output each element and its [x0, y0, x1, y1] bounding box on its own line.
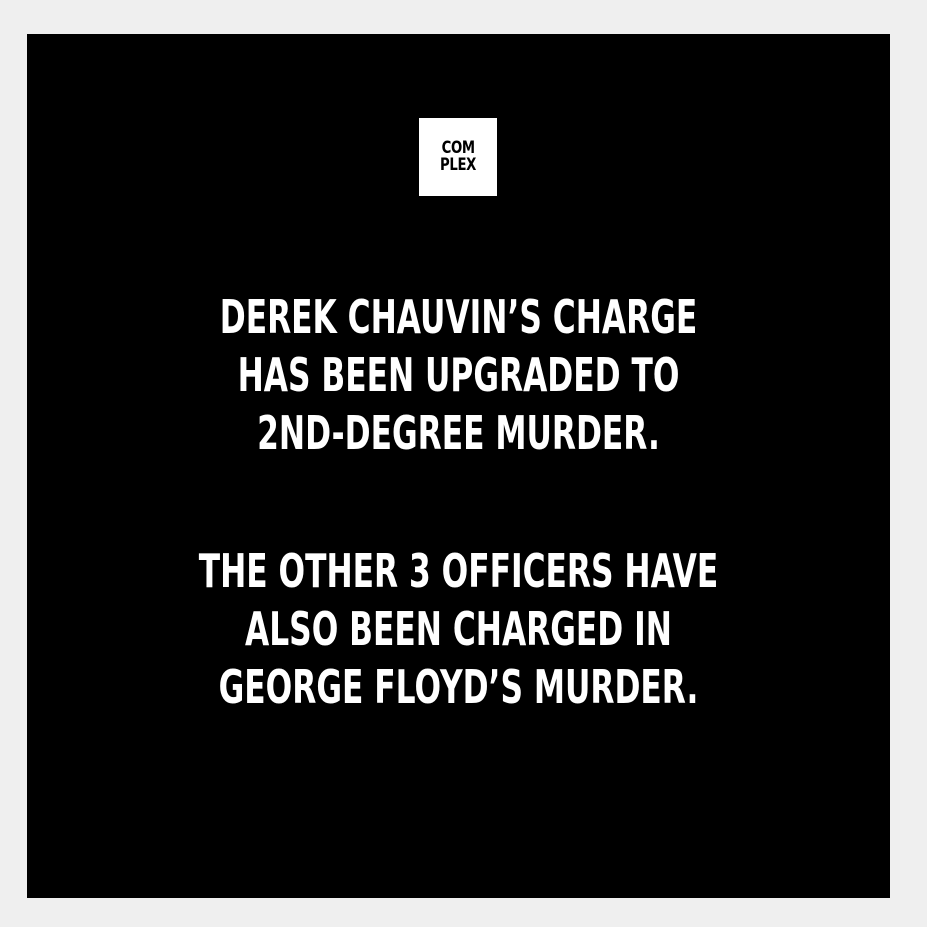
headline-line: 2ND-DEGREE MURDER.	[257, 406, 660, 460]
complex-logo: COM PLEX	[419, 118, 497, 196]
headline-line: DEREK CHAUVIN’S CHARGE	[219, 290, 698, 344]
subheadline-line: ALSO BEEN CHARGED IN	[245, 602, 672, 656]
headline-block: DEREK CHAUVIN’S CHARGE HAS BEEN UPGRADED…	[27, 288, 890, 462]
post-card: COM PLEX DEREK CHAUVIN’S CHARGE HAS BEEN…	[27, 34, 890, 898]
subheadline-line: GEORGE FLOYD’S MURDER.	[218, 660, 699, 714]
subheadline-line: THE OTHER 3 OFFICERS HAVE	[198, 544, 719, 598]
subheadline-block: THE OTHER 3 OFFICERS HAVE ALSO BEEN CHAR…	[27, 542, 890, 716]
logo-text-bottom: PLEX	[440, 155, 476, 175]
headline-line: HAS BEEN UPGRADED TO	[237, 348, 680, 402]
